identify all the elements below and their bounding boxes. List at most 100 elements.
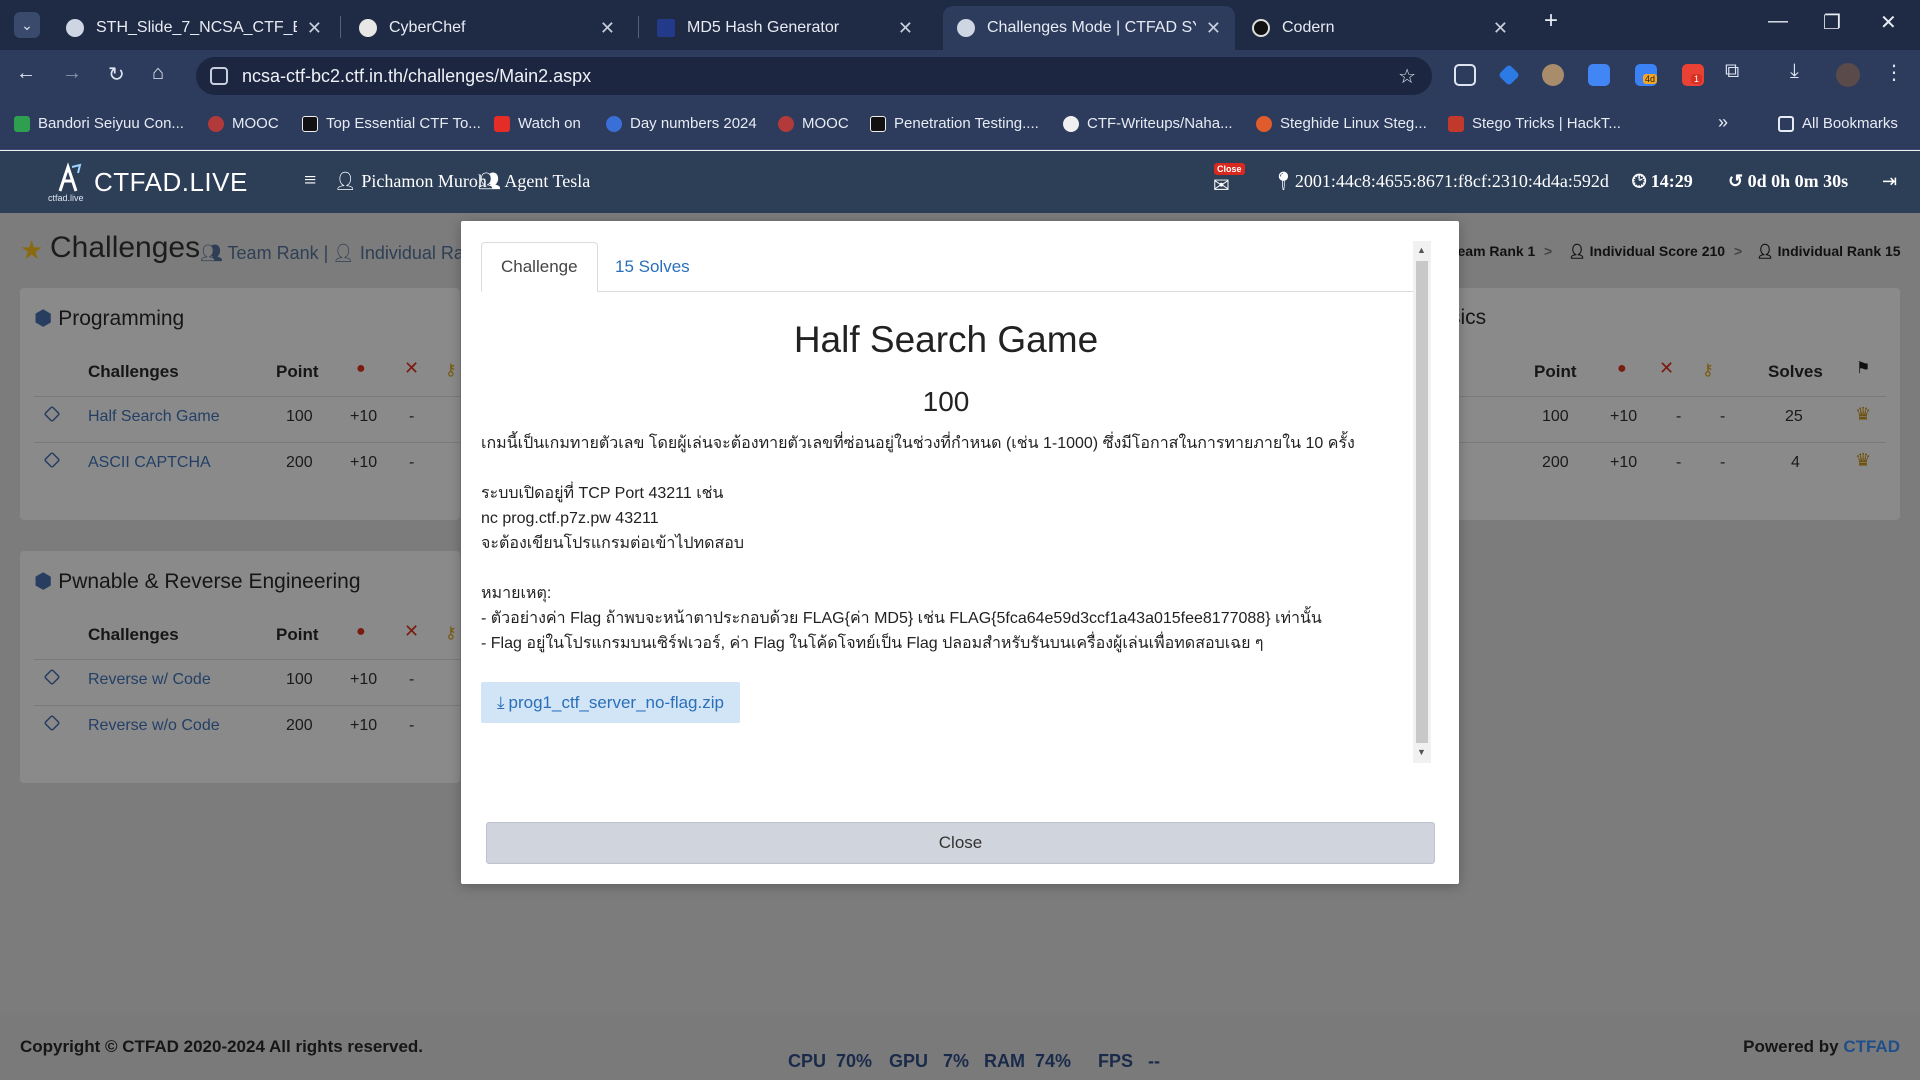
close-tab-icon[interactable]: ✕	[307, 18, 322, 39]
col-point: Point	[1534, 362, 1577, 381]
desc-line: เกมนี้เป็นเกมทายตัวเลข โดยผู้เล่นจะต้องท…	[481, 435, 1355, 452]
menu-kebab-icon[interactable]: ⋮	[1884, 60, 1904, 85]
calendar-extension-icon[interactable]: 4d	[1635, 64, 1658, 86]
ctfad-link[interactable]: CTFAD	[1843, 1037, 1900, 1056]
bookmark-item[interactable]: Top Essential CTF To...	[302, 115, 481, 132]
close-tab-icon[interactable]: ✕	[600, 18, 615, 39]
challenge-link-reverse-with-code[interactable]: Reverse w/ Code	[88, 671, 211, 689]
close-button[interactable]: Close	[486, 822, 1435, 864]
restore-button[interactable]: ❐	[1823, 10, 1841, 35]
scrollbar-thumb[interactable]	[1416, 261, 1428, 743]
wrong-attempt-icon: ✕	[1659, 358, 1675, 378]
flag-icon: ⚑	[1856, 360, 1871, 377]
bookmark-star-icon[interactable]: ☆	[1398, 64, 1416, 89]
close-tab-icon[interactable]: ✕	[1493, 18, 1508, 39]
tab-codern[interactable]: Codern ✕	[1238, 6, 1522, 50]
countdown-timer: ↺ 0d 0h 0m 30s	[1728, 171, 1849, 191]
bookmark-item[interactable]: CTF-Writeups/Naha...	[1063, 115, 1233, 132]
individual-link[interactable]: 👤︎ Individual Ra	[332, 243, 464, 264]
bookmark-item[interactable]: Stego Tricks | HackT...	[1448, 115, 1621, 132]
tab-cyberchef[interactable]: CyberChef ✕	[345, 6, 629, 50]
challenge-point: 100	[286, 671, 313, 688]
download-attachment-button[interactable]: ⤓ prog1_ctf_server_no-flag.zip	[481, 682, 740, 723]
bookmark-item[interactable]: Watch on	[494, 115, 581, 132]
first-blood-icon: ●	[356, 623, 366, 640]
team-rank-link[interactable]: 👥︎ Team Rank |	[200, 243, 328, 264]
download-icon[interactable]: ⤓	[1790, 60, 1799, 83]
challenge-link-ascii-captcha[interactable]: ASCII CAPTCHA	[88, 454, 211, 472]
close-tab-icon[interactable]: ✕	[1206, 18, 1221, 39]
row-separator	[34, 705, 460, 706]
map-pin-icon: 📍︎	[1272, 171, 1295, 191]
scroll-up-arrow-icon[interactable]: ▲	[1417, 245, 1426, 255]
challenge-bonus: +10	[350, 408, 378, 425]
bookmark-item[interactable]: MOOC	[208, 115, 279, 132]
team-rank-crumb: Team Rank 1	[1450, 243, 1536, 259]
more-bookmarks-icon[interactable]: »	[1718, 112, 1728, 133]
scroll-down-arrow-icon[interactable]: ▼	[1417, 747, 1426, 757]
desc-line: - ตัวอย่างค่า Flag ถ้าพบจะหน้าตาประกอบด้…	[481, 610, 1322, 627]
desc-line: - Flag อยู่ในโปรแกรมบนเซิร์ฟเวอร์, ค่า F…	[481, 635, 1264, 652]
tab-challenge[interactable]: Challenge	[481, 242, 598, 292]
shield-extension-icon[interactable]: 1	[1682, 64, 1704, 86]
layers-extension-icon[interactable]	[1498, 64, 1520, 86]
trophy-icon: ♛	[1855, 404, 1872, 424]
bookmark-item[interactable]: Bandori Seiyuu Con...	[14, 115, 184, 132]
tab-ctfad-challenges[interactable]: Challenges Mode | CTFAD SYST ✕	[943, 6, 1235, 50]
chef-hat-icon	[359, 19, 377, 37]
url-bar[interactable]: ncsa-ctf-bc2.ctf.in.th/challenges/Main2.…	[196, 57, 1432, 95]
page-title: Challenges	[50, 231, 201, 264]
programming-panel: ⬢ Programming Challenges Point ● ✕ ⚷ Hal…	[20, 288, 460, 520]
challenge-bonus: +10	[350, 671, 378, 688]
tab-md5-generator[interactable]: MD5 Hash Generator ✕	[643, 6, 927, 50]
back-button[interactable]: ←	[16, 62, 36, 85]
row-separator	[34, 442, 460, 443]
wrong-attempt-icon: ✕	[404, 358, 420, 378]
challenge-point: 200	[286, 717, 313, 734]
bookmark-item[interactable]: Penetration Testing....	[870, 115, 1039, 132]
col-challenges: Challenges	[88, 625, 179, 644]
tab-sidebar-icon[interactable]	[1454, 64, 1476, 86]
md5-site-icon	[657, 19, 675, 37]
mail-icon[interactable]: ✉	[1213, 173, 1230, 198]
cubes-icon: ⬢	[34, 570, 53, 593]
challenge-fails: -	[409, 671, 415, 688]
challenge-description: เกมนี้เป็นเกมทายตัวเลข โดยผู้เล่นจะต้องท…	[481, 431, 1401, 656]
hamburger-menu-icon[interactable]: ≡	[304, 167, 316, 193]
team-name[interactable]: 👥︎ Agent Tesla	[478, 171, 590, 192]
desc-line: หมายเหตุ:	[481, 585, 552, 602]
bookmark-item[interactable]: MOOC	[778, 115, 849, 132]
translate-extension-icon[interactable]	[1588, 64, 1610, 86]
modal-scrollbar[interactable]: ▲ ▼	[1413, 241, 1431, 763]
logout-icon[interactable]: ⇥	[1882, 171, 1897, 192]
globe-icon	[957, 19, 975, 37]
chevron-down-icon: ⌄	[21, 16, 33, 33]
minimize-button[interactable]: —	[1768, 10, 1788, 33]
powered-by: Powered by CTFAD	[1743, 1037, 1900, 1056]
codern-icon	[1252, 19, 1270, 37]
site-info-icon[interactable]	[210, 67, 228, 85]
mascot-extension-icon[interactable]	[1542, 64, 1564, 86]
clock-time: 🕑︎ 14:29	[1632, 171, 1693, 191]
brand-title[interactable]: CTFAD.LIVE	[94, 167, 248, 198]
bookmark-item[interactable]: Steghide Linux Steg...	[1256, 115, 1427, 132]
reload-button[interactable]: ↻	[108, 62, 125, 87]
window-close-button[interactable]: ✕	[1880, 10, 1897, 35]
challenge-bonus: +10	[1610, 454, 1638, 471]
tab-search-button[interactable]: ⌄	[14, 12, 40, 38]
profile-avatar[interactable]	[1836, 63, 1860, 87]
tab-sth-slide[interactable]: STH_Slide_7_NCSA_CTF_Bootca ✕	[52, 6, 336, 50]
close-tab-icon[interactable]: ✕	[898, 18, 913, 39]
basics-panel: sics Point ● ✕ ⚷ Solves ⚑ 100 +10 - - 25…	[1450, 288, 1900, 520]
home-button[interactable]: ⌂	[152, 62, 164, 85]
new-tab-button[interactable]: +	[1544, 7, 1558, 35]
bookmark-item[interactable]: Day numbers 2024	[606, 115, 757, 132]
extensions-puzzle-icon[interactable]: ⧉	[1725, 60, 1739, 83]
challenge-link-half-search[interactable]: Half Search Game	[88, 408, 220, 426]
forward-button[interactable]: →	[62, 62, 82, 85]
all-bookmarks-folder[interactable]: All Bookmarks	[1778, 115, 1898, 132]
challenge-bonus: +10	[1610, 408, 1638, 425]
tab-solves[interactable]: 15 Solves	[596, 242, 709, 292]
user-name[interactable]: 👤︎ Pichamon Muroh	[334, 171, 487, 192]
challenge-link-reverse-without-code[interactable]: Reverse w/o Code	[88, 717, 220, 735]
